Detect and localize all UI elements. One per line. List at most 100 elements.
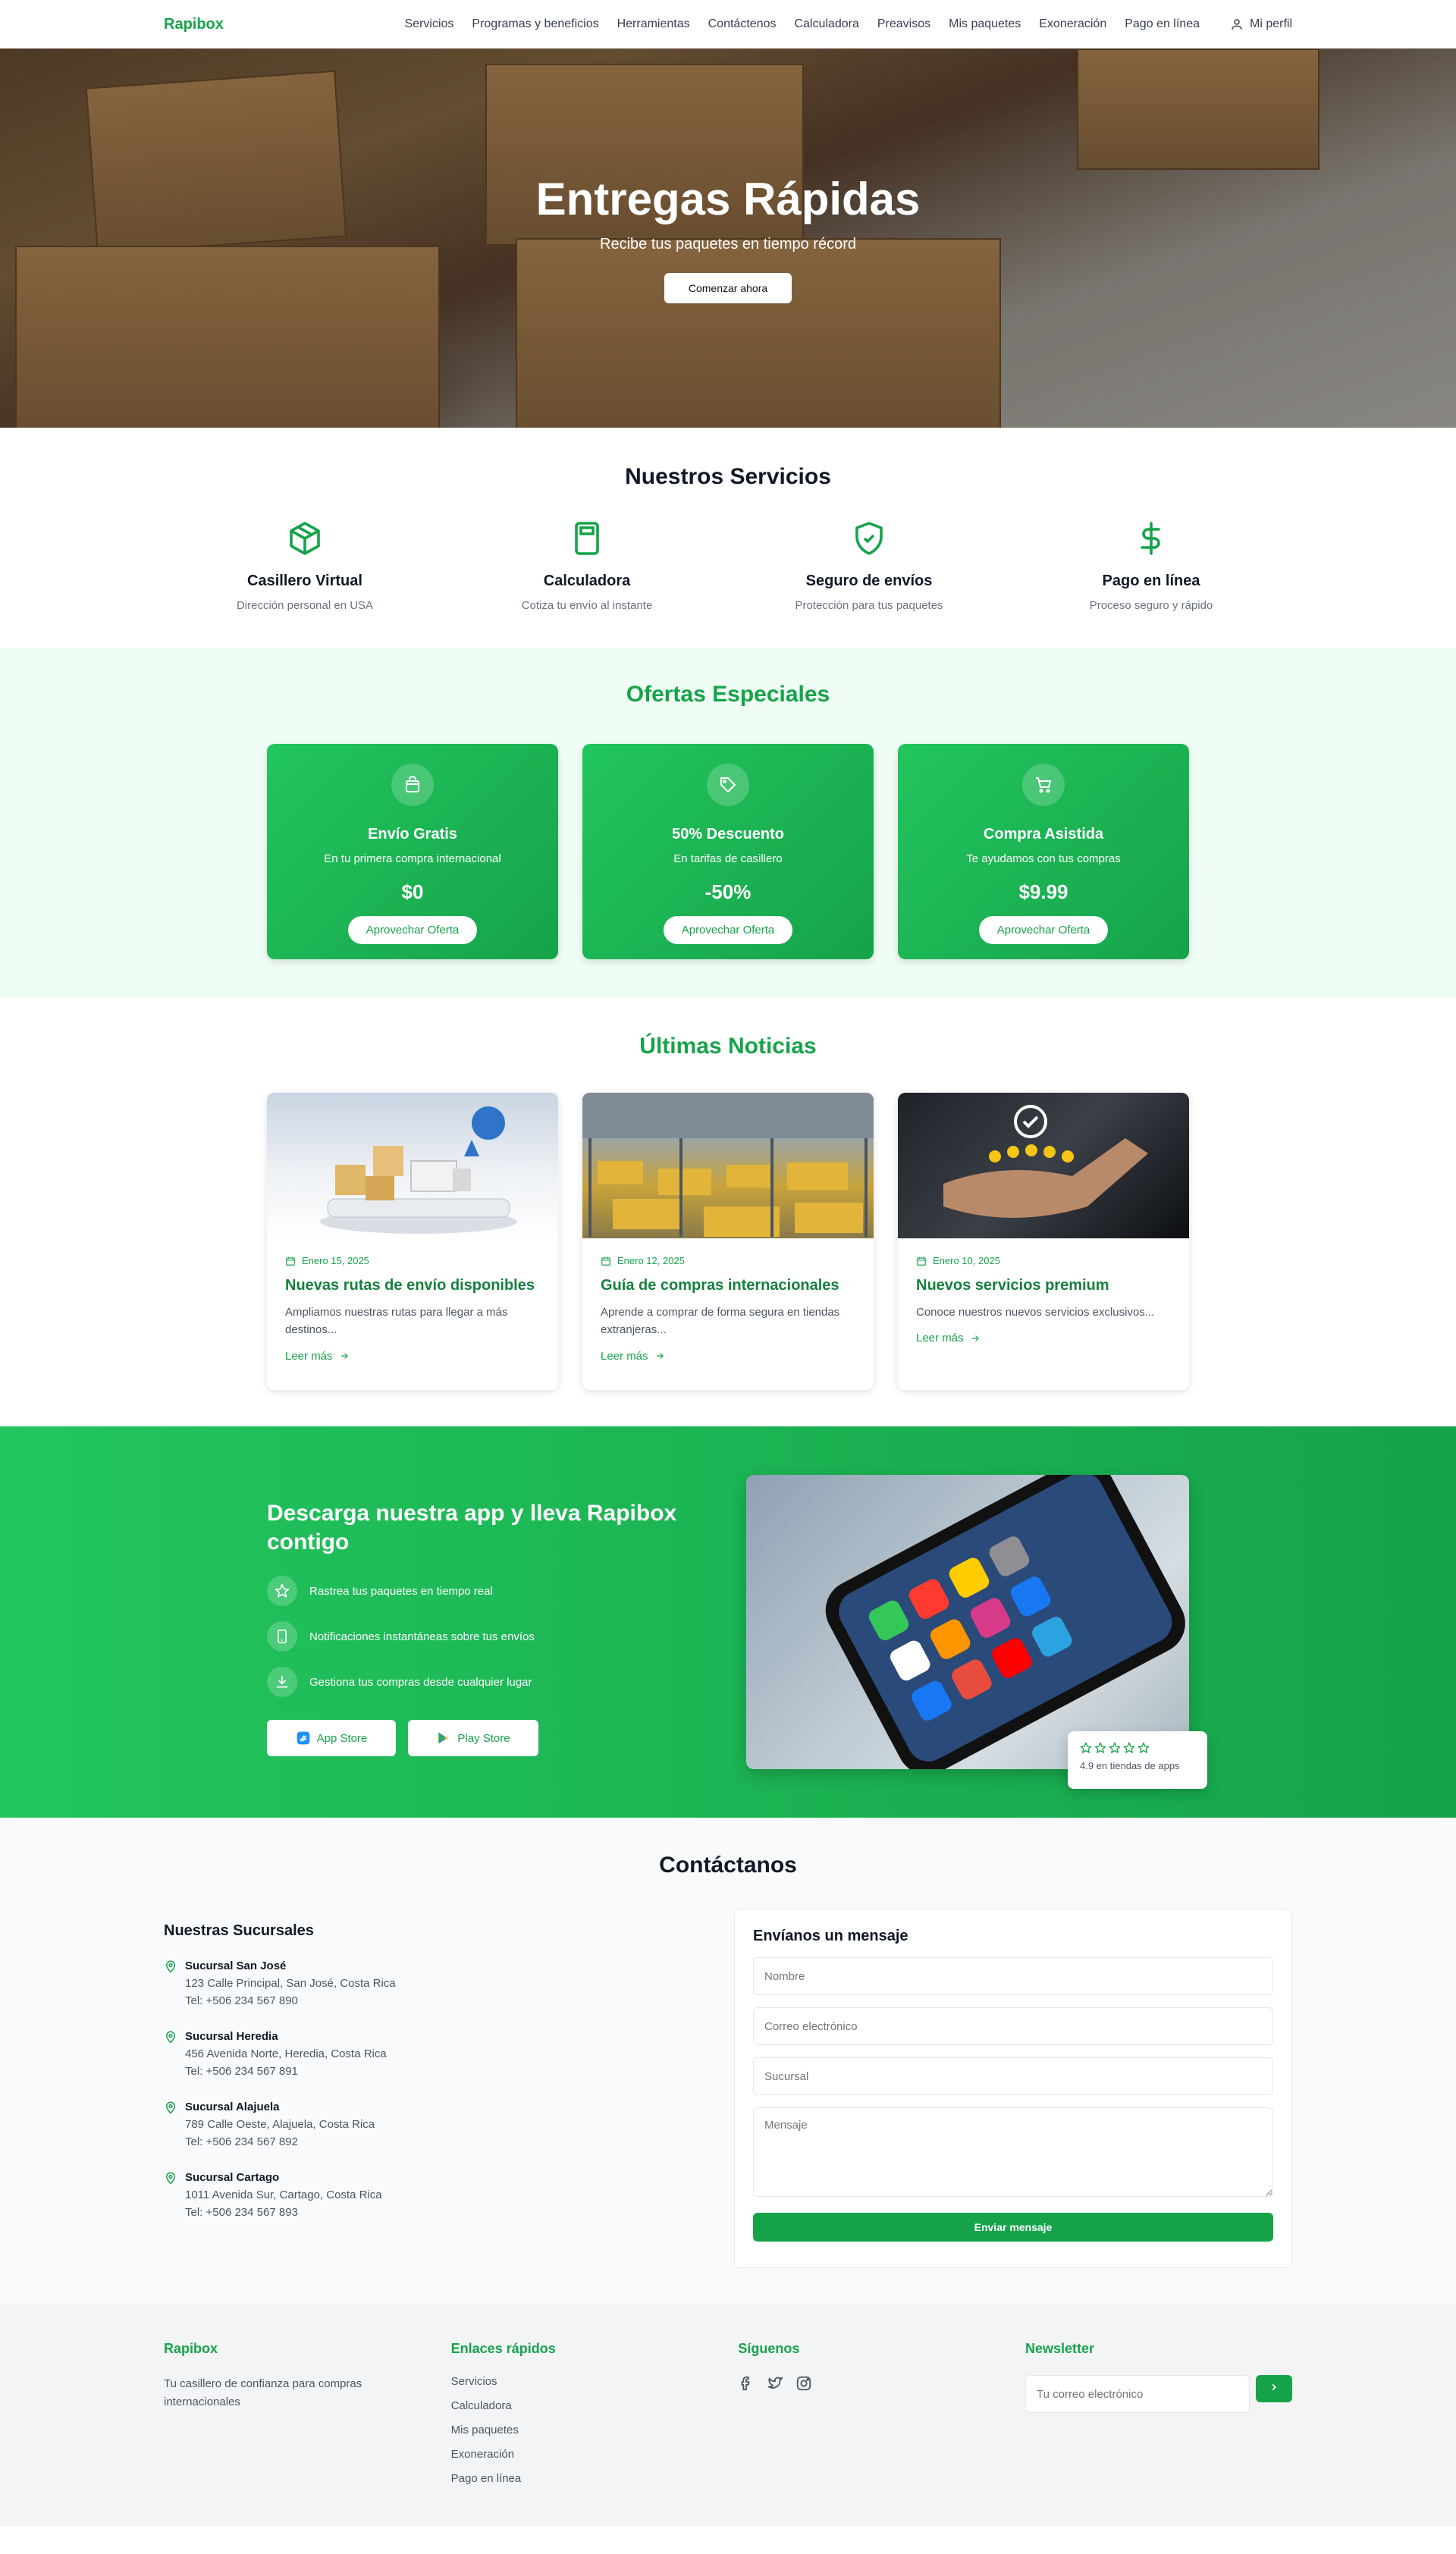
email-input[interactable] [753, 2007, 1273, 2045]
hero-banner: Entregas Rápidas Recibe tus paquetes en … [0, 49, 1456, 428]
map-pin-icon [165, 2172, 176, 2185]
nav-link-programas[interactable]: Programas y beneficios [472, 17, 598, 31]
footer-brand: Rapibox [164, 2341, 218, 2356]
branch-address: 1011 Avenida Sur, Cartago, Costa Rica [185, 2188, 382, 2201]
read-more-link[interactable]: Leer más [601, 1350, 665, 1363]
branch-name: Sucursal Heredia [185, 2030, 278, 2043]
branch-item: Sucursal Heredia 456 Avenida Norte, Here… [164, 2030, 698, 2078]
news-date: Enero 15, 2025 [285, 1255, 540, 1266]
app-download-section: Descarga nuestra app y lleva Rapibox con… [0, 1426, 1456, 1818]
footer-link-calculadora[interactable]: Calculadora [451, 2399, 714, 2412]
app-store-button[interactable]: App Store [267, 1720, 396, 1756]
instagram-icon[interactable] [795, 2375, 812, 2392]
send-message-button[interactable]: Enviar mensaje [753, 2213, 1273, 2242]
service-desc: Protección para tus paquetes [795, 599, 943, 612]
footer-social-title: Síguenos [738, 2341, 800, 2356]
nav-link-servicios[interactable]: Servicios [405, 17, 454, 31]
message-textarea[interactable] [753, 2107, 1273, 2197]
service-title: Seguro de envíos [805, 573, 933, 589]
rating-stars [1080, 1742, 1195, 1754]
read-more-label: Leer más [916, 1332, 964, 1345]
claim-offer-button[interactable]: Aprovechar Oferta [978, 916, 1109, 944]
branch-phone: Tel: +506 234 567 892 [185, 2135, 298, 2148]
map-pin-icon [165, 1960, 176, 1973]
profile-label: Mi perfil [1249, 17, 1292, 30]
branch-address: 456 Avenida Norte, Heredia, Costa Rica [185, 2047, 387, 2060]
name-input[interactable] [753, 1957, 1273, 1995]
news-date: Enero 12, 2025 [601, 1255, 855, 1266]
newsletter-submit-button[interactable] [1255, 2375, 1292, 2402]
star-outline-icon [1109, 1742, 1121, 1753]
nav-links: Servicios Programas y beneficios Herrami… [405, 17, 1293, 31]
footer-link-pago[interactable]: Pago en línea [451, 2472, 714, 2485]
calendar-icon [601, 1257, 610, 1266]
star-outline-icon [1123, 1742, 1135, 1753]
brand-logo[interactable]: Rapibox [164, 16, 224, 33]
footer-links-title: Enlaces rápidos [450, 2341, 556, 2356]
nav-link-preavisos[interactable]: Preavisos [877, 17, 930, 31]
nav-link-mis-paquetes[interactable]: Mis paquetes [949, 17, 1021, 31]
dollar-icon [1141, 522, 1160, 555]
footer-link-exoneracion[interactable]: Exoneración [451, 2448, 714, 2461]
news-date-text: Enero 15, 2025 [302, 1255, 369, 1266]
twitter-icon[interactable] [767, 2375, 783, 2392]
news-section: Últimas Noticias Enero 15, 2025 Nuevas r… [0, 997, 1456, 1426]
offer-card: 50% Descuento En tarifas de casillero -5… [582, 744, 874, 959]
offer-desc: Te ayudamos con tus compras [966, 852, 1121, 865]
news-card: Enero 12, 2025 Guía de compras internaci… [582, 1093, 874, 1390]
arrow-right-icon [656, 1353, 664, 1359]
download-icon [276, 1675, 288, 1688]
facebook-icon[interactable] [738, 2375, 755, 2392]
nav-link-herramientas[interactable]: Herramientas [617, 17, 690, 31]
news-date-text: Enero 12, 2025 [617, 1255, 685, 1266]
newsletter-email-input[interactable] [1025, 2375, 1250, 2413]
offer-desc: En tarifas de casillero [673, 852, 783, 865]
service-card-pago[interactable]: Pago en línea Proceso seguro y rápido [1010, 520, 1292, 612]
app-feature-text: Rastrea tus paquetes en tiempo real [309, 1584, 493, 1598]
nav-link-contactenos[interactable]: Contáctenos [708, 17, 777, 31]
offer-desc: En tu primera compra internacional [324, 852, 501, 865]
news-title[interactable]: Nuevas rutas de envío disponibles [285, 1277, 540, 1294]
nav-link-calculadora[interactable]: Calculadora [794, 17, 858, 31]
delivery-illustration [320, 1106, 517, 1234]
app-feature: Gestiona tus compras desde cualquier lug… [267, 1667, 704, 1697]
footer-link-servicios[interactable]: Servicios [451, 2375, 714, 2388]
user-icon [1232, 19, 1242, 30]
branch-input[interactable] [753, 2057, 1273, 2095]
star-outline-icon [1138, 1742, 1150, 1753]
service-card-casillero[interactable]: Casillero Virtual Dirección personal en … [164, 520, 446, 612]
offer-icon-circle [1022, 764, 1065, 806]
service-title: Casillero Virtual [247, 573, 362, 589]
footer: Rapibox Tu casillero de confianza para c… [0, 2305, 1456, 2526]
chevron-right-icon [1272, 2383, 1276, 2390]
branch-item: Sucursal Alajuela 789 Calle Oeste, Alaju… [164, 2101, 698, 2148]
rating-text: 4.9 en tiendas de apps [1080, 1760, 1180, 1771]
service-title: Pago en línea [1102, 573, 1200, 589]
play-store-button[interactable]: Play Store [408, 1720, 538, 1756]
read-more-link[interactable]: Leer más [916, 1332, 981, 1344]
branch-address: 789 Calle Oeste, Alajuela, Costa Rica [185, 2118, 375, 2131]
news-title[interactable]: Guía de compras internacionales [601, 1277, 855, 1294]
start-now-button[interactable]: Comenzar ahora [664, 273, 792, 303]
nav-link-exoneracion[interactable]: Exoneración [1039, 17, 1106, 31]
service-card-calculadora[interactable]: Calculadora Cotiza tu envío al instante [446, 520, 728, 612]
profile-link[interactable]: Mi perfil [1230, 17, 1292, 31]
claim-offer-button[interactable]: Aprovechar Oferta [347, 916, 478, 944]
app-feature: Notificaciones instantáneas sobre tus en… [267, 1621, 704, 1652]
nav-link-pago[interactable]: Pago en línea [1125, 17, 1200, 31]
services-title: Nuestros Servicios [625, 464, 831, 489]
service-card-seguro[interactable]: Seguro de envíos Protección para tus paq… [728, 520, 1010, 612]
shopping-bag-icon [406, 776, 419, 792]
footer-link-mis-paquetes[interactable]: Mis paquetes [451, 2424, 714, 2436]
offer-price: $9.99 [1018, 880, 1068, 903]
contact-form: Envíanos un mensaje Enviar mensaje [734, 1909, 1292, 2268]
read-more-link[interactable]: Leer más [285, 1350, 350, 1363]
hero-subtitle: Recibe tus paquetes en tiempo récord [600, 236, 856, 253]
service-desc: Dirección personal en USA [236, 599, 374, 612]
read-more-label: Leer más [285, 1349, 333, 1363]
claim-offer-button[interactable]: Aprovechar Oferta [663, 916, 793, 944]
news-title[interactable]: Nuevos servicios premium [916, 1277, 1171, 1294]
branch-phone: Tel: +506 234 567 891 [185, 2065, 298, 2078]
phone-icon [278, 1629, 287, 1644]
footer-tagline: Tu casillero de confianza para compras i… [164, 2377, 362, 2408]
